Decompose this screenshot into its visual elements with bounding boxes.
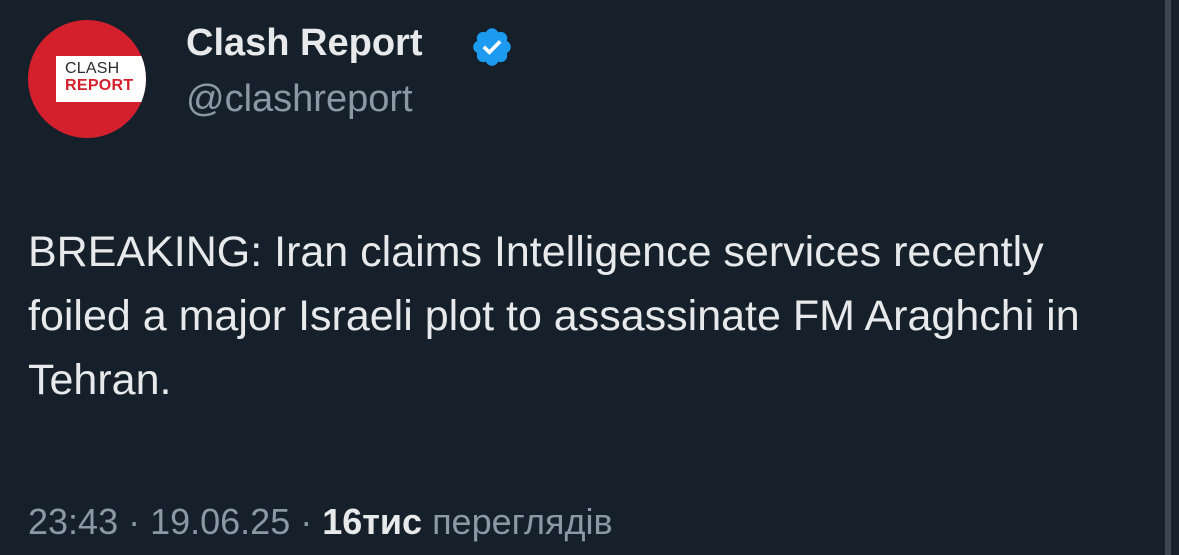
tweet-text: BREAKING: Iran claims Intelligence servi… [28,228,1080,404]
scrollbar[interactable] [1165,0,1171,555]
views-label: переглядів [422,501,613,542]
avatar[interactable]: CLASH REPORT [28,20,146,138]
author-display-name[interactable]: Clash Report [186,20,422,66]
author-handle[interactable]: @clashreport [186,76,413,122]
tweet-time[interactable]: 23:43 [28,501,118,542]
meta-separator: · [290,501,323,542]
verified-badge-icon[interactable] [470,25,514,69]
tweet-meta: 23:43 · 19.06.25 · 16тис переглядів [28,499,613,545]
views-count[interactable]: 16тис [322,501,422,542]
avatar-logo-line2: REPORT [65,77,134,94]
tweet-card: CLASH REPORT Clash Report @clashreport B… [0,0,1179,555]
tweet-date[interactable]: 19.06.25 [150,501,290,542]
meta-separator: · [118,501,151,542]
avatar-logo-line1: CLASH [65,60,120,77]
